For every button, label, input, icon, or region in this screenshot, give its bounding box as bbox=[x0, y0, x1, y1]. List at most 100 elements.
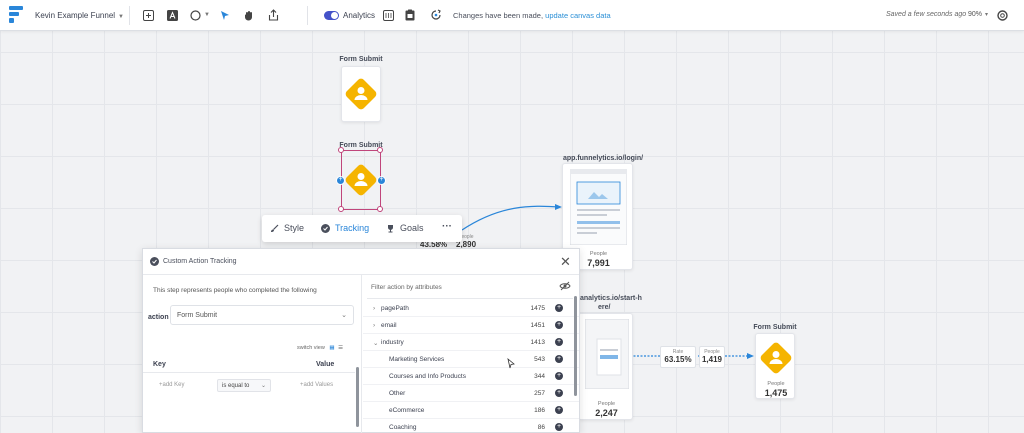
close-icon[interactable]: ✕ bbox=[560, 255, 571, 268]
key-value-header: Key Value bbox=[143, 355, 355, 373]
arrow-head-icon bbox=[555, 204, 562, 210]
style-tab[interactable]: Style bbox=[270, 223, 304, 233]
tracking-tab-label: Tracking bbox=[335, 223, 370, 233]
resize-handle[interactable] bbox=[338, 147, 344, 153]
attribute-value-row[interactable]: Marketing Services 543 + bbox=[363, 351, 579, 368]
page-thumbnail-icon bbox=[570, 169, 627, 245]
tracking-check-icon bbox=[150, 257, 159, 266]
switch-view-label: switch view bbox=[297, 345, 325, 351]
node-title: analytics.io/start-h bbox=[580, 295, 642, 302]
list-view-icon[interactable]: ☰ bbox=[338, 345, 343, 351]
add-attribute-value-button[interactable]: + bbox=[555, 423, 563, 431]
scrollbar[interactable] bbox=[356, 367, 359, 427]
more-options-button[interactable]: ··· bbox=[442, 221, 452, 232]
expand-caret-icon[interactable]: › bbox=[373, 322, 375, 329]
attribute-value-count: 344 bbox=[534, 373, 545, 380]
node-title: Form Submit bbox=[753, 324, 797, 331]
value-header: Value bbox=[316, 361, 335, 368]
attribute-count: 1451 bbox=[530, 322, 545, 329]
key-header: Key bbox=[153, 361, 166, 368]
filter-attributes-input[interactable]: Filter action by attributes bbox=[371, 284, 442, 291]
divider bbox=[367, 298, 573, 299]
switch-view-control[interactable]: switch view ▦ ☰ bbox=[297, 345, 343, 351]
connect-left-button[interactable]: + bbox=[336, 176, 345, 185]
attribute-row[interactable]: › email 1451 + bbox=[363, 317, 579, 334]
add-attribute-button[interactable]: + bbox=[555, 321, 563, 329]
rate-value: 63.15% bbox=[664, 355, 692, 364]
panel-header: Custom Action Tracking ✕ bbox=[143, 249, 579, 275]
add-attribute-button[interactable]: + bbox=[555, 304, 563, 312]
eye-slash-icon[interactable] bbox=[559, 281, 571, 291]
attribute-count: 1475 bbox=[530, 305, 545, 312]
resize-handle[interactable] bbox=[338, 206, 344, 212]
add-values-input[interactable]: +add Values bbox=[300, 382, 333, 388]
attribute-list: › pagePath 1475 + › email 1451 + ⌄ industry 1413 + M… bbox=[363, 300, 579, 433]
expand-caret-icon[interactable]: › bbox=[373, 305, 375, 312]
attributes-column: Filter action by attributes › pagePath 147… bbox=[363, 275, 579, 433]
form-submit-node[interactable] bbox=[341, 66, 381, 122]
action-label: action bbox=[148, 314, 169, 321]
attribute-value-row[interactable]: Other 257 + bbox=[363, 385, 579, 402]
scrollbar[interactable] bbox=[574, 296, 577, 396]
form-submit-icon bbox=[345, 164, 377, 196]
step-tools-bar: Style Tracking Goals ··· bbox=[262, 215, 462, 242]
custom-action-tracking-panel: Custom Action Tracking ✕ This step repre… bbox=[142, 248, 580, 433]
arrow-head-icon bbox=[747, 353, 754, 359]
attribute-count: 1413 bbox=[530, 339, 545, 346]
tracking-tab[interactable]: Tracking bbox=[321, 223, 369, 233]
node-title-continued: ere/ bbox=[598, 304, 611, 311]
attribute-value-name: Courses and Info Products bbox=[389, 373, 466, 380]
trophy-icon bbox=[388, 224, 393, 232]
chevron-down-icon: ⌄ bbox=[341, 312, 347, 319]
add-attribute-value-button[interactable]: + bbox=[555, 372, 563, 380]
connector-to-login[interactable] bbox=[461, 205, 561, 231]
operator-value: is equal to bbox=[222, 383, 250, 389]
attribute-name: email bbox=[381, 322, 397, 329]
form-submit-icon bbox=[760, 342, 792, 374]
conversion-rate-box: Rate 63.15% bbox=[660, 346, 696, 368]
attribute-value-row[interactable]: Coaching 86 + bbox=[363, 419, 579, 433]
attribute-value-name: eCommerce bbox=[389, 407, 425, 414]
attribute-row[interactable]: ⌄ industry 1413 + bbox=[363, 334, 579, 351]
mouse-cursor-icon bbox=[507, 358, 515, 369]
expand-caret-icon[interactable]: ⌄ bbox=[373, 339, 378, 347]
people-box: People 1,419 bbox=[699, 346, 725, 368]
form-submit-icon bbox=[345, 78, 377, 110]
attribute-row[interactable]: › pagePath 1475 + bbox=[363, 300, 579, 317]
operator-select[interactable]: is equal to ⌄ bbox=[217, 379, 271, 392]
grid-view-icon[interactable]: ▦ bbox=[329, 345, 334, 351]
panel-title: Custom Action Tracking bbox=[163, 258, 237, 265]
goals-tab[interactable]: Goals bbox=[386, 223, 424, 233]
action-select[interactable]: Form Submit ⌄ bbox=[170, 305, 354, 325]
people-count: 1,419 bbox=[701, 355, 723, 364]
attribute-value-row[interactable]: Courses and Info Products 344 + bbox=[363, 368, 579, 385]
resize-handle[interactable] bbox=[377, 206, 383, 212]
people-count: 2,247 bbox=[595, 408, 618, 418]
attribute-value-name: Coaching bbox=[389, 424, 417, 431]
resize-handle[interactable] bbox=[377, 147, 383, 153]
form-submit-node[interactable]: People 1,475 bbox=[755, 333, 795, 399]
add-attribute-value-button[interactable]: + bbox=[555, 406, 563, 414]
attribute-value-name: Other bbox=[389, 390, 406, 397]
form-submit-node-selected[interactable] bbox=[341, 150, 381, 210]
goals-tab-label: Goals bbox=[400, 223, 424, 233]
attribute-value-count: 543 bbox=[534, 356, 545, 363]
step-description: This step represents people who complete… bbox=[153, 287, 317, 294]
add-attribute-value-button[interactable]: + bbox=[555, 389, 563, 397]
add-key-input[interactable]: +add Key bbox=[159, 382, 185, 388]
attribute-value-count: 257 bbox=[534, 390, 545, 397]
connect-right-button[interactable]: + bbox=[377, 176, 386, 185]
action-select-value: Form Submit bbox=[177, 312, 218, 319]
people-label: People bbox=[597, 401, 616, 407]
attribute-name: pagePath bbox=[381, 305, 409, 312]
add-attribute-button[interactable]: + bbox=[555, 338, 563, 346]
attribute-value-name: Marketing Services bbox=[389, 356, 445, 363]
add-attribute-value-button[interactable]: + bbox=[555, 355, 563, 363]
action-config-column: This step represents people who complete… bbox=[143, 275, 362, 433]
attribute-value-count: 86 bbox=[537, 424, 545, 431]
brush-icon bbox=[271, 224, 279, 232]
start-here-page-node[interactable]: People 2,247 bbox=[578, 313, 633, 420]
page-thumbnail-icon bbox=[585, 319, 629, 389]
people-count: 1,475 bbox=[764, 388, 788, 398]
attribute-value-row[interactable]: eCommerce 186 + bbox=[363, 402, 579, 419]
